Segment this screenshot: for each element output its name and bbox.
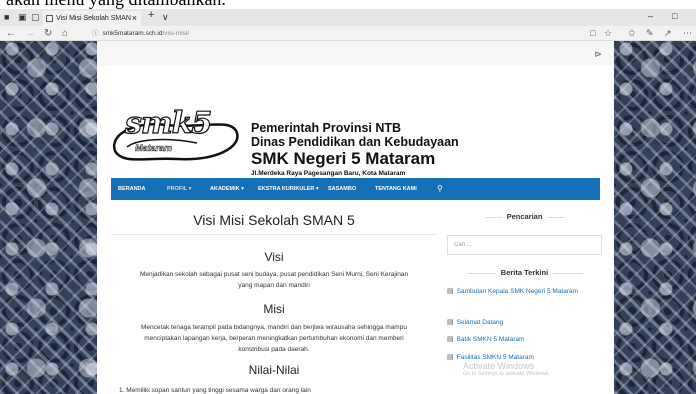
logo-text: smk5	[124, 105, 213, 141]
reading-view-icon[interactable]: □	[590, 27, 595, 40]
misi-text-line-2: menciptakan lapangan kerja, berperan men…	[144, 335, 404, 342]
title-divider	[111, 234, 437, 235]
back-icon[interactable]: ←	[6, 27, 16, 40]
refresh-icon[interactable]: ↻	[44, 27, 52, 40]
site-container: ⊳ smk5 Mataram Pemerintah Provinsi NTB D…	[97, 41, 614, 394]
menu-item-beranda[interactable]: BERANDA	[118, 178, 146, 200]
visi-text-line-1: Menjadikan sekolah sebagai pusat seni bu…	[139, 271, 409, 278]
favorites-hub-icon[interactable]: ✩	[628, 27, 636, 40]
menu-item-tentang-kami[interactable]: TENTANG KAMI	[375, 178, 417, 200]
page-title: Visi Misi Sekolah SMAN 5	[193, 212, 355, 228]
org-line-province: Pemerintah Provinsi NTB	[251, 121, 402, 135]
school-logo[interactable]: smk5 Mataram	[107, 103, 242, 173]
window-maximize-icon[interactable]: □	[672, 11, 677, 21]
nilai-list-item: 1. Memiliki sopan santun yang tinggi ses…	[119, 387, 311, 394]
browser-address-bar: ← → ↻ ⌂ ⓘ smk5mataram.sch.id/visi-misi/ □…	[0, 26, 696, 41]
share-icon[interactable]: ↗	[664, 27, 672, 40]
tab-close-icon[interactable]: ×	[132, 11, 137, 26]
search-widget-heading: Pencarian	[447, 211, 602, 223]
activate-windows-watermark: Activate Windows Go to Settings to activ…	[463, 361, 550, 377]
menu-item-profil[interactable]: PROFIL ▾	[167, 178, 191, 200]
browser-app-icon: ■	[4, 12, 10, 22]
menu-item-ekstra-kurikuler[interactable]: EKSTRA KURIKULER ▾	[258, 178, 319, 200]
news-item-title[interactable]: Sambutan Kepala SMK Negeri 5 Mataram	[457, 288, 578, 295]
visi-heading: Visi	[264, 250, 284, 264]
tab-title: Visi Misi Sekolah SMAN	[56, 15, 131, 22]
news-widget-title: Berita Terkini	[495, 268, 554, 277]
annotate-pen-icon[interactable]: ✎	[646, 27, 654, 40]
favorite-star-icon[interactable]: ☆	[604, 27, 612, 40]
school-name[interactable]: SMK Negeri 5 Mataram	[251, 149, 459, 169]
search-widget-title: Pencarian	[501, 212, 548, 221]
rss-icon[interactable]: ⊳	[594, 49, 602, 60]
document-icon: ▤	[447, 319, 454, 326]
document-icon: ▤	[447, 288, 454, 295]
nilai-heading: Nilai-Nilai	[248, 363, 300, 377]
org-line-department: Dinas Pendidikan dan Kebudayaan	[251, 135, 459, 149]
news-item[interactable]: ▤ Sambutan Kepala SMK Negeri 5 Mataram	[447, 287, 597, 296]
more-menu-icon[interactable]: ⋯	[683, 27, 692, 40]
misi-text-line-3: konstribusi pada daerah.	[238, 346, 310, 353]
home-icon[interactable]: ⌂	[62, 27, 68, 40]
url-domain: smk5mataram.sch.id	[102, 30, 163, 37]
page-viewport: ⊳ smk5 Mataram Pemerintah Provinsi NTB D…	[0, 41, 696, 394]
browser-tab[interactable]: Visi Misi Sekolah SMAN ×	[43, 11, 141, 26]
batik-background-right	[614, 41, 696, 394]
document-icon: ▤	[447, 336, 454, 343]
logo-subtext: Mataram	[135, 143, 173, 154]
school-address: Jl.Merdeka Raya Pagesangan Baru, Kota Ma…	[251, 170, 406, 177]
news-widget-heading: Berita Terkini	[447, 267, 602, 279]
url-path: /visi-misi/	[162, 30, 190, 37]
watermark-line-2: Go to Settings to activate Windows.	[463, 371, 550, 377]
news-item[interactable]: ▤ Batik SMKN 5 Mataram	[447, 335, 597, 344]
news-item[interactable]: ▤ Selamat Datang	[447, 318, 597, 327]
tab-list-chevron-icon[interactable]: ∨	[162, 12, 169, 22]
visi-text-line-2: yang mapan dan mandiri	[238, 282, 310, 289]
document-icon: ▤	[447, 354, 454, 361]
news-item-title[interactable]: Fasilitas SMKN 5 Mataram	[457, 354, 534, 361]
news-item-title[interactable]: Selamat Datang	[457, 319, 504, 326]
new-tab-icon[interactable]: +	[148, 10, 154, 21]
browser-tab-bar: ■ ▣ ▢ Visi Misi Sekolah SMAN × + ∨ – □	[0, 9, 696, 26]
main-navigation: BERANDA PROFIL ▾ AKADEMIK ▾ EKSTRA KURIK…	[111, 178, 600, 200]
url-field[interactable]: ⓘ smk5mataram.sch.id/visi-misi/	[92, 28, 592, 39]
window-minimize-icon[interactable]: –	[648, 11, 653, 21]
tab-page-icon	[46, 15, 53, 22]
menu-item-akademik[interactable]: AKADEMIK ▾	[210, 178, 244, 200]
misi-heading: Misi	[263, 302, 285, 316]
news-item-title[interactable]: Batik SMKN 5 Mataram	[457, 336, 525, 343]
site-info-icon[interactable]: ⓘ	[92, 30, 99, 37]
batik-background-left	[0, 41, 97, 394]
site-header-text: Pemerintah Provinsi NTB Dinas Pendidikan…	[251, 121, 459, 178]
forward-icon[interactable]: →	[25, 27, 35, 40]
misi-text-line-1: Mencetak tenaga terampil pada bidangnya,…	[141, 324, 407, 331]
menu-search-icon[interactable]: ⚲	[437, 178, 443, 200]
site-top-strip: ⊳	[97, 41, 614, 65]
search-input[interactable]	[447, 235, 602, 255]
watermark-line-1: Activate Windows	[463, 361, 535, 371]
tab-aside-icon[interactable]: ▣	[18, 12, 27, 22]
tab-preview-icon[interactable]: ▢	[31, 12, 40, 22]
menu-item-sasambo[interactable]: SASAMBO	[328, 178, 356, 200]
